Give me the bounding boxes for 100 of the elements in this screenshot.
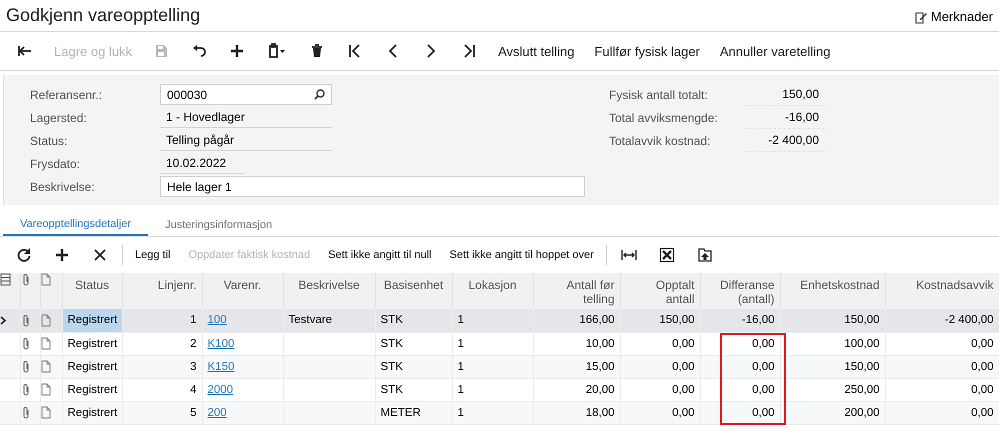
note-icon <box>40 360 50 373</box>
lookup-field[interactable]: 000030 <box>160 84 332 105</box>
text-field[interactable]: Hele lager 1 <box>160 176 585 197</box>
tab[interactable]: Vareopptellingsdetaljer <box>3 213 148 236</box>
table-cell: -16,00 <box>700 309 780 332</box>
table-cell: 0,00 <box>620 401 700 424</box>
note-icon <box>40 406 50 419</box>
search-icon <box>314 89 325 100</box>
table-cell: STK <box>375 378 452 401</box>
field-value: 150,00 <box>744 84 825 106</box>
field-label: Fysisk antall totalt: <box>609 88 709 102</box>
item-link[interactable]: K100 <box>208 338 234 350</box>
table-cell: 150,00 <box>780 309 885 332</box>
column-header[interactable]: Differanse (antall) <box>700 273 780 309</box>
field-label: Lagersted: <box>30 110 88 124</box>
item-link[interactable]: 2000 <box>208 384 234 396</box>
refresh-icon <box>16 247 32 263</box>
table-cell: 0,00 <box>700 378 780 401</box>
note-icon <box>40 337 50 350</box>
field-label: Total avviksmengde: <box>609 110 719 124</box>
date-field[interactable]: 10.02.2022 <box>160 153 245 174</box>
table-cell: 0,00 <box>700 355 780 378</box>
field-label: Frysdato: <box>30 156 82 170</box>
toolbar-button[interactable]: Sett ikke angitt til null <box>319 241 441 269</box>
table-cell: 1 <box>452 401 533 424</box>
toolbar-button[interactable]: Annuller varetelling <box>710 36 840 66</box>
paperclip-icon <box>20 360 30 373</box>
table-cell: 2 <box>122 332 202 355</box>
table-cell: 1 <box>452 332 533 355</box>
column-header[interactable]: Opptalt antall <box>620 273 700 309</box>
readonly-field: Telling pågår <box>160 130 332 151</box>
column-header[interactable]: Linjenr. <box>122 273 202 309</box>
table-cell: Registrert <box>62 401 122 424</box>
table-cell: 0,00 <box>620 332 700 355</box>
table-cell: 0,00 <box>885 378 999 401</box>
tab[interactable]: Justeringsinformasjon <box>148 213 290 236</box>
upload-icon <box>696 247 713 263</box>
clipboard-dropdown-icon <box>267 43 288 59</box>
table-cell: 0,00 <box>885 401 999 424</box>
table-cell: 0,00 <box>620 378 700 401</box>
table-cell: 150,00 <box>780 355 885 378</box>
table-cell: STK <box>375 355 452 378</box>
table-cell: 0,00 <box>700 332 780 355</box>
plus-icon <box>54 247 70 263</box>
close-icon <box>92 247 108 263</box>
note-icon <box>40 314 50 327</box>
column-header[interactable]: Status <box>62 273 122 309</box>
column-header[interactable]: Antall før telling <box>533 273 620 309</box>
column-header[interactable]: Basisenhet <box>375 273 452 309</box>
table-cell: Registrert <box>62 309 122 332</box>
plus-icon <box>229 43 246 59</box>
save-icon <box>153 43 170 59</box>
table-cell: STK <box>375 309 452 332</box>
readonly-field: 1 - Hovedlager <box>160 107 332 128</box>
table-cell: 18,00 <box>533 401 620 424</box>
item-link[interactable]: 100 <box>208 314 227 326</box>
toolbar-button[interactable]: Legg til <box>126 241 180 269</box>
table-cell: 150,00 <box>620 309 700 332</box>
table-cell: 15,00 <box>533 355 620 378</box>
note-icon <box>40 273 50 286</box>
table-cell: 250,00 <box>780 378 885 401</box>
column-header[interactable]: Varenr. <box>202 273 283 309</box>
table-cell: 100,00 <box>780 332 885 355</box>
note-icon <box>40 383 50 396</box>
table-cell: 1 <box>452 378 533 401</box>
paperclip-icon <box>20 273 30 286</box>
field-label: Beskrivelse: <box>30 180 96 194</box>
table-cell: METER <box>375 401 452 424</box>
column-header[interactable]: Enhetskostnad <box>780 273 885 309</box>
column-header[interactable]: Beskrivelse <box>283 273 375 309</box>
item-link[interactable]: K150 <box>208 360 234 372</box>
paperclip-icon <box>20 406 30 419</box>
toolbar-button[interactable]: Avslutt telling <box>488 36 584 66</box>
table-cell: -2 400,00 <box>885 309 999 332</box>
table-cell: Registrert <box>62 332 122 355</box>
table-cell: 4 <box>122 378 202 401</box>
table-cell: 1 <box>452 355 533 378</box>
paperclip-icon <box>20 314 30 327</box>
back-arrow-icon <box>17 43 33 59</box>
table-cell: Registrert <box>62 378 122 401</box>
table-cell: 200,00 <box>780 401 885 424</box>
table-cell: 10,00 <box>533 332 620 355</box>
table-cell: 5 <box>122 401 202 424</box>
table-cell: 0,00 <box>620 355 700 378</box>
paperclip-icon <box>20 337 30 350</box>
field-label: Status: <box>30 134 68 148</box>
notes-button[interactable]: Merknader <box>908 9 999 24</box>
table-cell: 0,00 <box>885 332 999 355</box>
table-cell: Testvare <box>283 309 375 332</box>
toolbar-button[interactable]: Sett ikke angitt til hoppet over <box>440 241 603 269</box>
edit-note-icon <box>914 10 928 24</box>
table-cell: Registrert <box>62 355 122 378</box>
paperclip-icon <box>20 383 30 396</box>
column-header[interactable]: Kostnadsavvik <box>885 273 999 309</box>
item-link[interactable]: 200 <box>208 406 227 418</box>
toolbar-button[interactable]: Fullfør fysisk lager <box>584 36 710 66</box>
fit-width-icon <box>620 247 637 263</box>
column-header[interactable]: Lokasjon <box>452 273 533 309</box>
table-cell: 20,00 <box>533 378 620 401</box>
field-label: Referansenr.: <box>30 88 104 102</box>
